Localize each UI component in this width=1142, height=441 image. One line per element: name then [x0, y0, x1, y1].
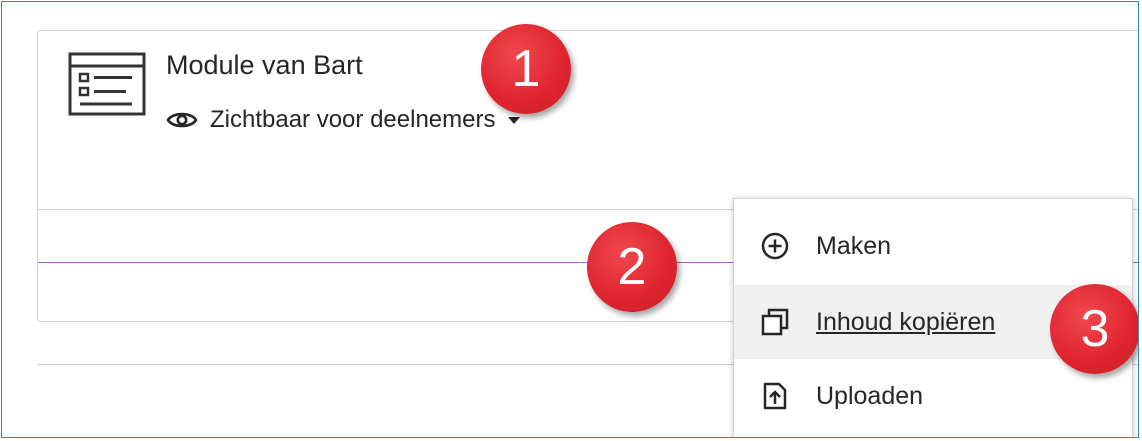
menu-item-upload[interactable]: Uploaden: [734, 359, 1132, 433]
screenshot-frame: Module van Bart Zichtbaar voor deelnemer…: [1, 1, 1139, 438]
plus-circle-icon: [758, 229, 792, 263]
step-badge-3: 3: [1050, 284, 1138, 374]
learning-module-icon: [68, 52, 146, 116]
menu-item-create[interactable]: Maken: [734, 209, 1132, 283]
menu-item-upload-label: Uploaden: [816, 381, 924, 410]
copy-icon: [758, 305, 792, 339]
visibility-label: Zichtbaar voor deelnemers: [210, 106, 496, 133]
menu-item-create-label: Maken: [816, 231, 892, 260]
menu-item-copy-content-label: Inhoud kopiëren: [816, 307, 996, 336]
upload-icon: [758, 379, 792, 413]
module-title[interactable]: Module van Bart: [166, 50, 363, 81]
step-badge-2: 2: [587, 222, 677, 312]
caret-down-icon: [507, 115, 521, 125]
eye-icon: [166, 109, 198, 131]
step-badge-1: 1: [481, 24, 571, 114]
visibility-dropdown[interactable]: Zichtbaar voor deelnemers: [166, 102, 521, 138]
